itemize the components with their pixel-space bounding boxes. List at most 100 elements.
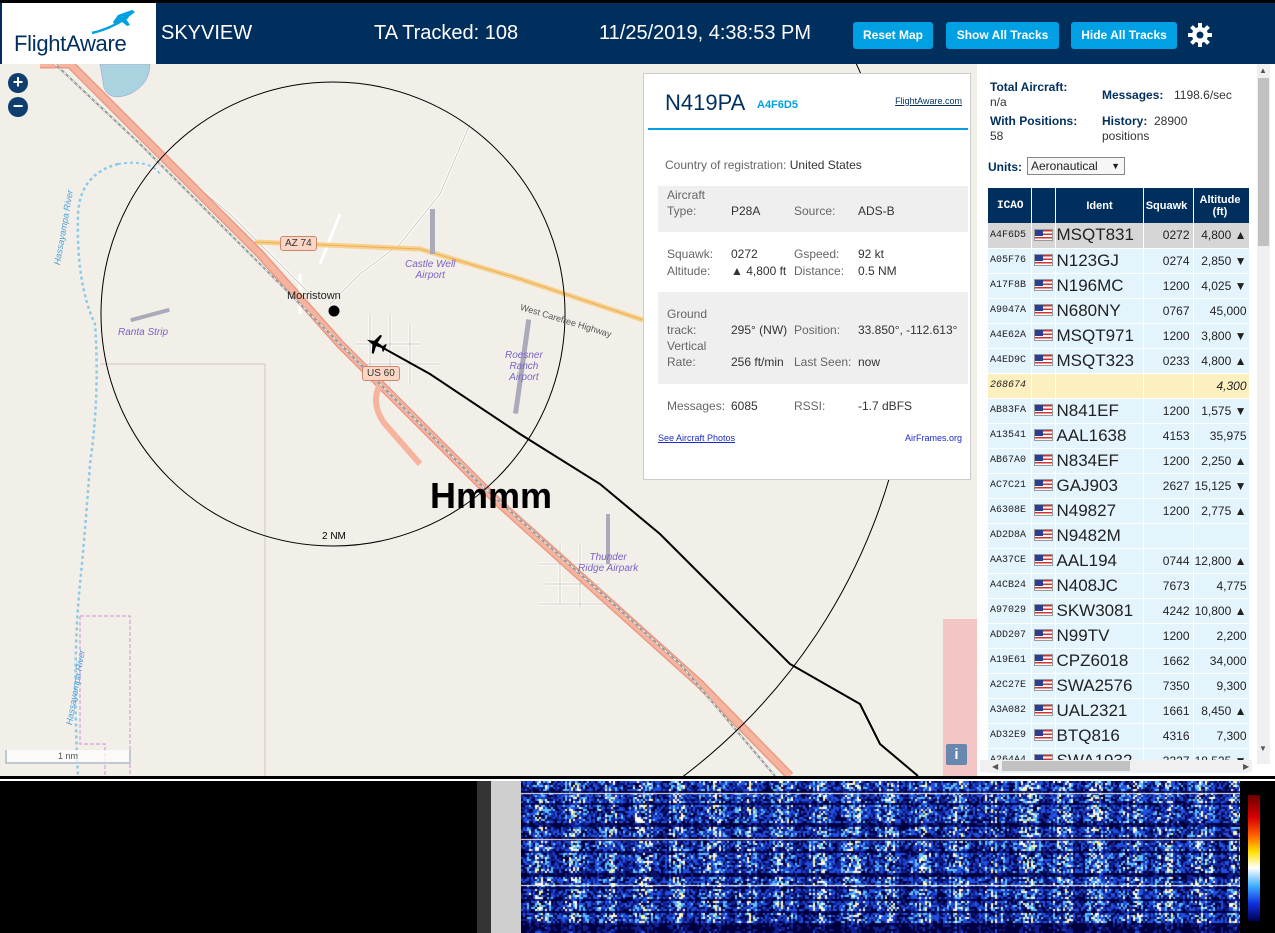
cell-flag [1031, 348, 1056, 374]
cell-altitude: 4,800 ▲ [1193, 223, 1250, 249]
cell-altitude [1193, 523, 1250, 549]
table-row[interactable]: AD32E9 BTQ816 4316 7,300 [988, 723, 1250, 749]
table-row[interactable]: AD2D8A N9482M [988, 523, 1250, 549]
chevron-down-icon: ▼ [1111, 161, 1120, 171]
table-row[interactable]: AB83FA N841EF 1200 1,575 ▼ [988, 398, 1250, 424]
table-row[interactable]: A9047A N680NY 0767 45,000 [988, 298, 1250, 324]
cell-altitude: 8,450 ▲ [1193, 698, 1250, 724]
table-row[interactable]: A2C27E SWA2576 7350 9,300 [988, 673, 1250, 699]
rssi-label: RSSI: [794, 399, 826, 413]
skyview-app: FlightAware SKYVIEW TA Tracked: 108 11/2… [0, 0, 1275, 933]
label-line: Vertical [667, 339, 707, 353]
cell-icao: 268674 [988, 373, 1032, 399]
column-header-squawk[interactable]: Squawk [1143, 188, 1194, 223]
last-seen-label: Last Seen: [794, 355, 852, 369]
cell-squawk: 0744 [1143, 548, 1194, 574]
cell-altitude: 10,800 ▲ [1193, 598, 1250, 624]
color-scale-bar [1248, 795, 1260, 921]
hide-all-tracks-button[interactable]: Hide All Tracks [1071, 22, 1177, 49]
town-label: Morristown [287, 290, 341, 302]
table-row[interactable]: A17F8B N196MC 1200 4,025 ▼ [988, 273, 1250, 299]
units-select[interactable]: Aeronautical ▼ [1027, 157, 1125, 175]
column-header-ident[interactable]: Ident [1055, 188, 1144, 223]
cell-icao: A6308E [988, 498, 1032, 524]
cell-flag [1031, 398, 1056, 424]
cell-flag [1031, 248, 1056, 274]
track-value: 295° (NW) [731, 323, 788, 337]
table-row[interactable]: A4E62A MSQT971 1200 3,800 ▼ [988, 323, 1250, 349]
cell-flag [1031, 373, 1056, 399]
road-shield-az74: AZ 74 [280, 236, 317, 251]
scroll-down-icon[interactable]: ▼ [1259, 744, 1267, 753]
gspeed-label: Gspeed: [794, 247, 840, 261]
cell-ident: MSQT971 [1055, 323, 1144, 349]
cell-altitude: 3,800 ▼ [1193, 323, 1250, 349]
airport-label-line: Ridge Airpark [578, 563, 639, 574]
scale-bar: 1 nm [5, 750, 131, 764]
zoom-out-button[interactable]: − [8, 97, 28, 117]
us-flag-icon [1033, 704, 1053, 717]
cell-ident: UAL2321 [1055, 698, 1144, 724]
us-flag-icon [1033, 654, 1053, 667]
column-header-icao[interactable]: ICAO [988, 188, 1032, 223]
cell-altitude: 12,800 ▲ [1193, 548, 1250, 574]
label-line: Type: [667, 204, 697, 218]
table-row[interactable]: A4F6D5 MSQT831 0272 4,800 ▲ [988, 223, 1250, 249]
messages-rate-value: 1198.6/sec [1174, 88, 1232, 102]
cell-ident: N196MC [1055, 273, 1144, 299]
cell-ident: CPZ6018 [1055, 648, 1144, 674]
airport-label-line: Ranch [509, 361, 539, 372]
table-row[interactable]: A4ED9C MSQT323 0233 4,800 ▲ [988, 348, 1250, 374]
gear-icon[interactable] [1187, 22, 1213, 48]
cell-icao: A13541 [988, 423, 1032, 449]
messages-value: 6085 [731, 399, 758, 413]
cell-flag [1031, 273, 1056, 299]
table-row[interactable]: A13541 AAL1638 4153 35,975 [988, 423, 1250, 449]
table-row[interactable]: A4CB24 N408JC 7673 4,775 [988, 573, 1250, 599]
show-all-tracks-button[interactable]: Show All Tracks [946, 22, 1059, 49]
aircraft-photos-link[interactable]: See Aircraft Photos [658, 433, 735, 443]
column-header-flag[interactable] [1031, 188, 1056, 223]
cell-flag [1031, 648, 1056, 674]
history-label: History: [1102, 114, 1148, 128]
cell-ident: BTQ816 [1055, 723, 1144, 749]
cell-altitude: 34,000 [1193, 648, 1250, 674]
cell-squawk: 4153 [1143, 423, 1194, 449]
cell-flag [1031, 598, 1056, 624]
airframes-link[interactable]: AirFrames.org [905, 433, 962, 443]
flightaware-link[interactable]: FlightAware.com [895, 96, 962, 106]
cell-altitude: 45,000 [1193, 298, 1250, 324]
table-row[interactable]: A97029 SKW3081 4242 10,800 ▲ [988, 598, 1250, 624]
table-row[interactable]: AB67A0 N834EF 1200 2,250 ▲ [988, 448, 1250, 474]
horizontal-scrollbar-thumb[interactable] [1002, 761, 1130, 771]
cell-ident: N408JC [1055, 573, 1144, 599]
cell-flag [1031, 473, 1056, 499]
cell-icao: A9047A [988, 298, 1032, 324]
column-header-altitude[interactable]: Altitude (ft) [1193, 188, 1250, 223]
info-button[interactable]: i [946, 744, 967, 765]
cell-icao: A3A082 [988, 698, 1032, 724]
reset-map-button[interactable]: Reset Map [853, 22, 933, 49]
table-row[interactable]: AC7C21 GAJ903 2627 15,125 ▼ [988, 473, 1250, 499]
zoom-in-button[interactable]: + [8, 73, 28, 93]
flightaware-logo[interactable]: FlightAware [2, 3, 156, 64]
us-flag-icon [1033, 404, 1053, 417]
cell-altitude: 4,025 ▼ [1193, 273, 1250, 299]
table-row[interactable]: A19E61 CPZ6018 1662 34,000 [988, 648, 1250, 674]
cell-icao: A4ED9C [988, 348, 1032, 374]
scroll-up-icon[interactable]: ▲ [1259, 66, 1267, 75]
cell-icao: A4CB24 [988, 573, 1032, 599]
table-row[interactable]: AA37CE AAL194 0744 12,800 ▲ [988, 548, 1250, 574]
scroll-right-icon[interactable]: ▶ [1243, 762, 1249, 771]
table-row[interactable]: A3A082 UAL2321 1661 8,450 ▲ [988, 698, 1250, 724]
vertical-scrollbar-thumb[interactable] [1258, 78, 1269, 246]
scroll-left-icon[interactable]: ◀ [992, 762, 998, 771]
cell-flag [1031, 623, 1056, 649]
table-row[interactable]: A6308E N49827 1200 2,775 ▲ [988, 498, 1250, 524]
cell-flag [1031, 698, 1056, 724]
top-header: FlightAware SKYVIEW TA Tracked: 108 11/2… [0, 0, 1275, 64]
table-row[interactable]: ADD207 N99TV 1200 2,200 [988, 623, 1250, 649]
table-row[interactable]: 268674 4,300 [988, 373, 1250, 399]
table-row[interactable]: A05F76 N123GJ 0274 2,850 ▼ [988, 248, 1250, 274]
us-flag-icon [1033, 679, 1053, 692]
